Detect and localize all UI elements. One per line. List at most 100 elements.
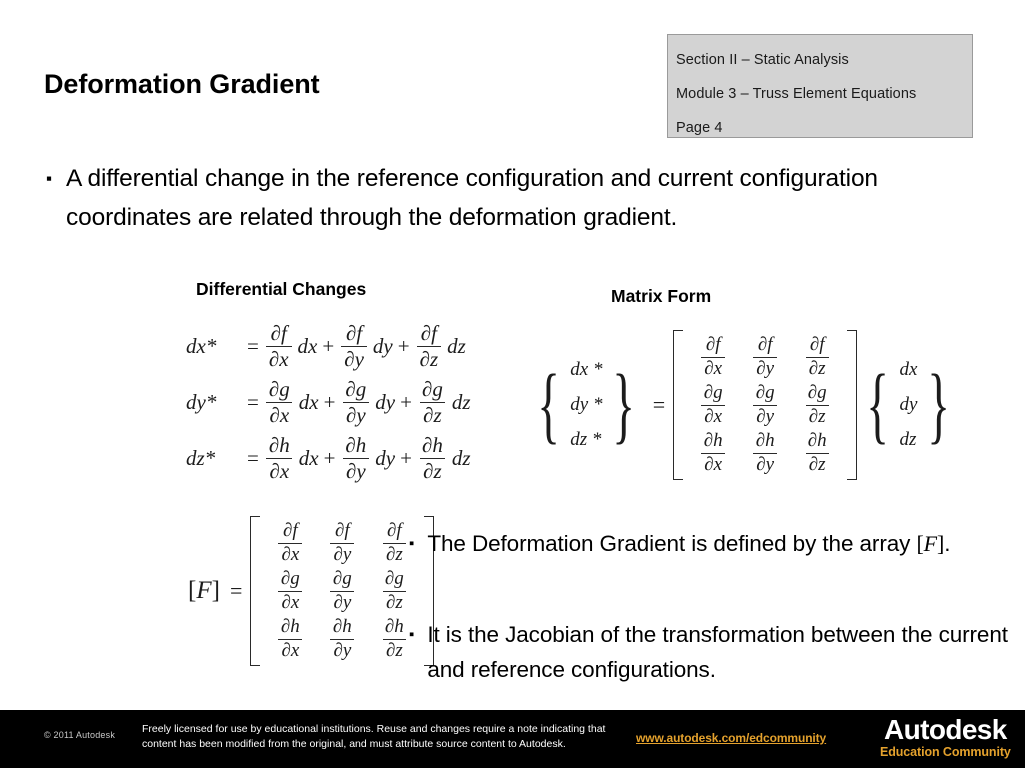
- matrix-bracket-left: [673, 330, 684, 481]
- matrix-cell: ∂f ∂z: [382, 520, 406, 565]
- partial-derivative: ∂f ∂y: [341, 322, 367, 370]
- fraction-numerator: ∂g: [345, 376, 367, 401]
- matrix-cell: ∂h ∂x: [278, 617, 303, 661]
- partial-derivative: ∂g ∂x: [266, 378, 293, 426]
- fraction-denominator: ∂y: [330, 638, 355, 662]
- matrix-cell: ∂h ∂x: [701, 431, 726, 475]
- vector-entries: dx * dy * dz *: [569, 359, 603, 451]
- fraction-denominator: ∂z: [805, 452, 829, 476]
- fraction-numerator: ∂h: [332, 616, 352, 638]
- matrix-cell: ∂g ∂z: [805, 382, 830, 428]
- fraction-numerator: ∂h: [384, 616, 404, 638]
- vector-brace-left: {: [537, 356, 560, 453]
- equals-sign: =: [247, 445, 259, 470]
- matrix-form-heading: Matrix Form: [611, 286, 712, 306]
- differential-equations-block: dx* = ∂f ∂x dx + ∂f ∂y dy + ∂f ∂z dz dy* = ∂g ∂x dx + ∂g ∂y d…: [186, 318, 471, 486]
- fraction-denominator: ∂y: [330, 590, 355, 614]
- matrix-cell: ∂h ∂y: [330, 617, 355, 661]
- sub-bullet-1-text-before: The Deformation Gradient is defined by t…: [427, 531, 917, 556]
- education-community-url[interactable]: www.autodesk.com/edcommunity: [636, 731, 826, 745]
- deformation-gradient-matrix: ∂f ∂x ∂f ∂y ∂f ∂z ∂g ∂x ∂g ∂y ∂g ∂z ∂h ∂x ∂h ∂y ∂h ∂z: [250, 516, 435, 667]
- fraction-denominator: ∂x: [278, 638, 303, 662]
- fraction-denominator: ∂x: [701, 452, 726, 476]
- equation-lhs: dy*: [186, 389, 217, 414]
- fraction-numerator: ∂h: [345, 432, 367, 457]
- fraction-numerator: ∂g: [268, 376, 290, 401]
- fraction-numerator: ∂f: [345, 320, 363, 345]
- fraction-numerator: ∂h: [280, 616, 300, 638]
- fraction-denominator: ∂z: [420, 401, 445, 427]
- copyright-text: © 2011 Autodesk: [44, 730, 116, 740]
- differential-variable: dz: [451, 445, 471, 470]
- equals-sign: =: [247, 389, 259, 414]
- vector-entry: dz: [899, 429, 917, 451]
- fraction-numerator: ∂f: [420, 320, 437, 345]
- partial-derivative: ∂g ∂y: [342, 378, 369, 426]
- differential-equation-row: dz* = ∂h ∂x dx + ∂h ∂y dy + ∂h ∂z dz: [186, 430, 471, 486]
- partial-derivative: ∂f ∂z: [416, 320, 442, 370]
- fraction-numerator: ∂f: [809, 334, 825, 355]
- matrix-cell: ∂f ∂y: [330, 520, 355, 566]
- f-matrix-label: [F]: [188, 577, 220, 605]
- differential-variable: dz: [447, 333, 466, 358]
- main-bullet-item: ▪ A differential change in the reference…: [46, 160, 936, 237]
- differential-variable: dy: [375, 389, 396, 414]
- partial-derivative: ∂g ∂z: [419, 378, 446, 426]
- fraction-numerator: ∂f: [387, 520, 402, 541]
- fraction-numerator: ∂f: [705, 334, 721, 355]
- fraction-denominator: ∂y: [330, 542, 355, 566]
- fraction-numerator: ∂f: [270, 320, 287, 345]
- partial-derivative: ∂h ∂y: [342, 434, 369, 482]
- vector-brace-right: }: [612, 356, 636, 453]
- equation-lhs: dx*: [186, 333, 217, 358]
- sub-bullet-item-2: ▪ It is the Jacobian of the transformati…: [409, 617, 1009, 687]
- fraction-numerator: ∂h: [755, 430, 775, 452]
- fraction-numerator: ∂h: [807, 430, 827, 452]
- fraction-denominator: ∂z: [805, 404, 829, 428]
- fraction-denominator: ∂x: [266, 401, 293, 427]
- matrix-cell: ∂g ∂z: [382, 568, 407, 613]
- matrix-cell: ∂g ∂y: [753, 382, 778, 427]
- autodesk-brand-text: Autodesk: [883, 714, 1007, 745]
- partial-derivative: ∂h ∂x: [266, 434, 293, 482]
- fraction-numerator: ∂g: [807, 382, 827, 404]
- page-title: Deformation Gradient: [44, 69, 320, 99]
- vector-brace-left: {: [866, 356, 890, 453]
- matrix-cell: ∂f ∂x: [701, 334, 726, 379]
- plus-sign: +: [323, 389, 336, 414]
- autodesk-tagline-text: Education Community: [880, 744, 1011, 759]
- license-text: Freely licensed for use by educational i…: [142, 723, 606, 750]
- matrix-cell: ∂g ∂x: [278, 568, 303, 614]
- bullet-square-icon: ▪: [409, 535, 415, 552]
- fraction-denominator: ∂y: [753, 452, 778, 476]
- differential-variable: dx: [298, 389, 319, 414]
- fraction-denominator: ∂y: [343, 457, 369, 483]
- fraction-denominator: ∂x: [278, 590, 303, 614]
- plus-sign: +: [400, 389, 412, 414]
- header-line-section: Section II – Static Analysis: [676, 52, 849, 68]
- sub-bullet-text-1: The Deformation Gradient is defined by t…: [427, 526, 950, 561]
- fraction-denominator: ∂x: [265, 345, 292, 371]
- fraction-numerator: ∂h: [421, 432, 443, 457]
- differential-changes-heading: Differential Changes: [196, 279, 367, 299]
- header-line-module: Module 3 – Truss Element Equations: [676, 86, 917, 102]
- fraction-numerator: ∂g: [421, 376, 443, 401]
- differential-equation-row: dy* = ∂g ∂x dx + ∂g ∂y dy + ∂g ∂z dz: [186, 374, 471, 430]
- main-bullet-text: A differential change in the reference c…: [66, 165, 878, 231]
- slide-header-box: Section II – Static Analysis Module 3 – …: [667, 34, 973, 138]
- matrix-bracket-left: [250, 516, 261, 667]
- jacobian-matrix: ∂f ∂x ∂f ∂y ∂f ∂z ∂g ∂x ∂g ∂y ∂g ∂z ∂h ∂x ∂h ∂y ∂h ∂z: [673, 330, 858, 481]
- fraction-denominator: ∂x: [266, 457, 293, 483]
- autodesk-logo: Autodesk Education Community: [880, 714, 1011, 760]
- fraction-numerator: ∂g: [755, 382, 775, 404]
- vector-entry: dx: [899, 359, 918, 381]
- vector-entry: dy *: [570, 394, 603, 416]
- bullet-square-icon: ▪: [46, 169, 53, 188]
- sub-bullet-1-math: [F]: [916, 531, 945, 556]
- fraction-numerator: ∂h: [703, 430, 723, 452]
- fraction-numerator: ∂g: [384, 568, 404, 590]
- matrix-cell: ∂f ∂z: [805, 334, 829, 379]
- fraction-denominator: ∂y: [343, 401, 369, 427]
- plus-sign: +: [322, 333, 335, 358]
- fraction-denominator: ∂z: [420, 457, 445, 483]
